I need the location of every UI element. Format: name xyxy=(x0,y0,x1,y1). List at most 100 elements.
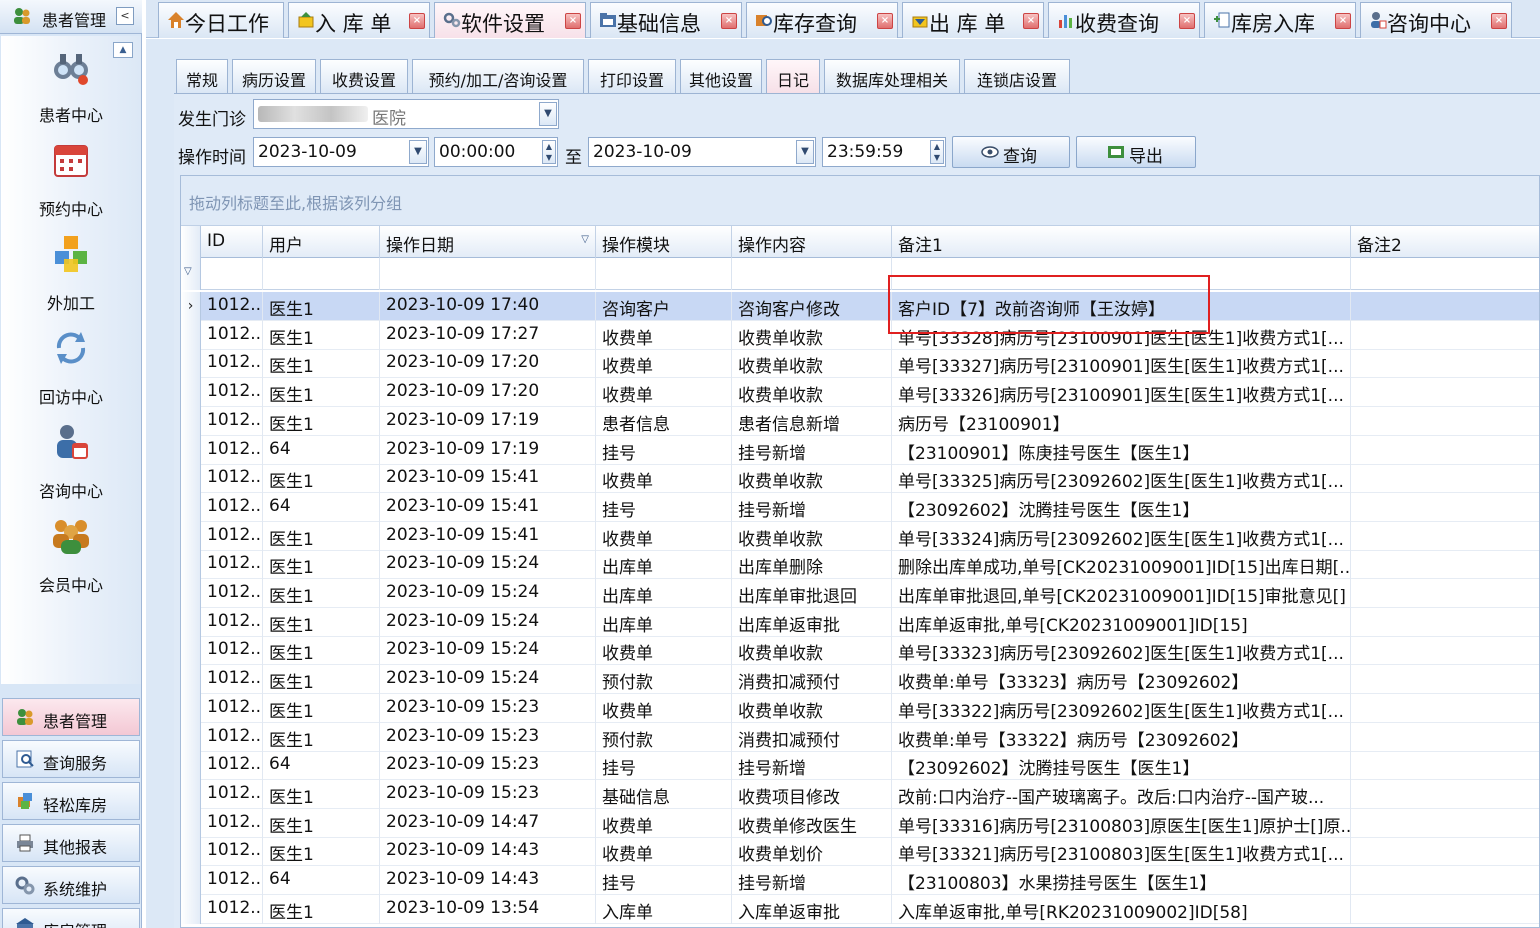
spinner-icon[interactable]: ▲ ▼ xyxy=(930,140,944,164)
filter-cell-operation-date[interactable] xyxy=(380,258,596,290)
column-header-remark1[interactable]: 备注1 xyxy=(892,226,1351,258)
start-time-input[interactable]: 00:00:00 ▲ ▼ xyxy=(434,137,558,167)
cell-user[interactable]: 医生1 xyxy=(263,894,380,924)
category-patient-management[interactable]: 患者管理 xyxy=(2,698,140,736)
cell-operation-date[interactable]: 2023-10-09 15:24 xyxy=(380,607,596,637)
table-row[interactable]: 1012... 医生1 2023-10-09 15:23 基础信息 收费项目修改 改前:口… xyxy=(181,779,1539,809)
cell-remark1[interactable]: 单号[33321]病历号[23100803]医生[医生1]收费方式1[... xyxy=(892,837,1351,867)
row-indicator[interactable] xyxy=(181,464,201,494)
cell-id[interactable]: 1012... xyxy=(201,837,263,867)
table-row[interactable]: 1012... 64 2023-10-09 17:19 挂号 挂号新增 【23100901… xyxy=(181,435,1539,465)
cell-user[interactable]: 医生1 xyxy=(263,521,380,551)
row-pointer-icon[interactable]: › xyxy=(181,292,201,321)
table-row[interactable]: 1012... 医生1 2023-10-09 17:27 收费单 收费单收款 单号[333… xyxy=(181,320,1539,350)
cell-user[interactable]: 医生1 xyxy=(263,550,380,580)
cell-module[interactable]: 挂号 xyxy=(596,435,732,465)
close-tab-icon[interactable]: × xyxy=(1023,13,1039,29)
table-row[interactable]: 1012... 医生1 2023-10-09 15:24 出库单 出库单审批退回 出库单审… xyxy=(181,579,1539,608)
cell-remark2[interactable] xyxy=(1351,751,1539,780)
nav-item-appointment-center[interactable]: 预约中心 xyxy=(1,140,141,234)
category-other-reports[interactable]: 其他报表 xyxy=(2,824,140,862)
cell-user[interactable]: 医生1 xyxy=(263,378,380,408)
cell-remark1[interactable]: 单号[33324]病历号[23092602]医生[医生1]收费方式1[... xyxy=(892,521,1351,551)
category-query-service[interactable]: 查询服务 xyxy=(2,740,140,778)
row-indicator[interactable] xyxy=(181,808,201,838)
cell-content[interactable]: 挂号新增 xyxy=(732,492,892,522)
cell-user[interactable]: 64 xyxy=(263,866,380,895)
cell-remark2[interactable] xyxy=(1351,493,1539,522)
column-header-id[interactable]: ID xyxy=(201,226,263,258)
cell-operation-date[interactable]: 2023-10-09 15:24 xyxy=(380,665,596,695)
cell-id[interactable]: 1012... xyxy=(201,406,263,436)
cell-module[interactable]: 收费单 xyxy=(596,464,732,494)
table-row[interactable]: › 1012... 医生1 2023-10-09 17:40 咨询客户 咨询客户修改 客户I… xyxy=(181,292,1539,321)
row-indicator[interactable] xyxy=(181,406,201,436)
cell-id[interactable]: 1012... xyxy=(201,492,263,522)
nav-item-consult-center[interactable]: 咨询中心 xyxy=(1,422,141,516)
cell-user[interactable]: 医生1 xyxy=(263,607,380,637)
cell-id[interactable]: 1012... xyxy=(201,435,263,465)
cell-module[interactable]: 收费单 xyxy=(596,378,732,408)
cell-content[interactable]: 出库单返审批 xyxy=(732,607,892,637)
cell-user[interactable]: 医生1 xyxy=(263,349,380,379)
cell-remark2[interactable] xyxy=(1351,321,1539,350)
cell-content[interactable]: 收费单收款 xyxy=(732,464,892,494)
cell-module[interactable]: 出库单 xyxy=(596,579,732,608)
row-indicator[interactable] xyxy=(181,349,201,379)
filter-cell-content[interactable] xyxy=(732,258,892,290)
category-easy-warehouse[interactable]: 轻松库房 xyxy=(2,782,140,820)
cell-remark2[interactable] xyxy=(1351,292,1539,321)
filter-cell-remark2[interactable] xyxy=(1351,258,1539,290)
cell-module[interactable]: 挂号 xyxy=(596,866,732,895)
cell-module[interactable]: 挂号 xyxy=(596,492,732,522)
cell-id[interactable]: 1012... xyxy=(201,779,263,809)
row-indicator[interactable] xyxy=(181,779,201,809)
cell-content[interactable]: 消费扣减预付 xyxy=(732,665,892,695)
tab-database-processing[interactable]: 数据库处理相关 xyxy=(824,59,960,93)
end-date-input[interactable]: 2023-10-09 ▼ xyxy=(588,137,816,167)
cell-content[interactable]: 收费单修改医生 xyxy=(732,808,892,838)
cell-remark2[interactable] xyxy=(1351,636,1539,665)
filter-cell-module[interactable] xyxy=(596,258,732,290)
cell-content[interactable]: 挂号新增 xyxy=(732,435,892,465)
tab-appointment-settings[interactable]: 预约/加工/咨询设置 xyxy=(412,59,584,93)
close-tab-icon[interactable]: × xyxy=(565,13,581,29)
cell-operation-date[interactable]: 2023-10-09 17:19 xyxy=(380,435,596,465)
tab-stock-in-order[interactable]: 入 库 单 × xyxy=(288,2,430,38)
column-header-module[interactable]: 操作模块 xyxy=(596,226,732,258)
category-warehouse-management[interactable]: 库房管理 xyxy=(2,908,140,928)
nav-item-outsourcing[interactable]: 外加工 xyxy=(1,234,141,328)
cell-remark1[interactable]: 改前:口内治疗--国产玻璃离子。改后:口内治疗--国产玻... xyxy=(892,779,1351,809)
table-row[interactable]: 1012... 医生1 2023-10-09 14:47 收费单 收费单修改医生 单号[3… xyxy=(181,808,1539,838)
cell-module[interactable]: 基础信息 xyxy=(596,779,732,809)
cell-module[interactable]: 预付款 xyxy=(596,665,732,695)
cell-remark1[interactable]: 删除出库单成功,单号[CK20231009001]ID[15]出库日期[... xyxy=(892,550,1351,580)
cell-remark1[interactable]: 单号[33323]病历号[23092602]医生[医生1]收费方式1[... xyxy=(892,636,1351,666)
close-tab-icon[interactable]: × xyxy=(721,13,737,29)
tab-medical-record-settings[interactable]: 病历设置 xyxy=(232,59,316,93)
filter-cell-remark1[interactable] xyxy=(892,258,1351,290)
column-header-remark2[interactable]: 备注2 xyxy=(1351,226,1539,258)
cell-operation-date[interactable]: 2023-10-09 15:23 xyxy=(380,722,596,752)
cell-id[interactable]: 1012... xyxy=(201,320,263,350)
cell-remark2[interactable] xyxy=(1351,866,1539,895)
tab-today-work[interactable]: 今日工作 xyxy=(158,2,284,38)
column-header-operation-date[interactable]: 操作日期 ▽ xyxy=(380,226,596,258)
cell-operation-date[interactable]: 2023-10-09 15:24 xyxy=(380,636,596,666)
cell-module[interactable]: 收费单 xyxy=(596,808,732,838)
cell-operation-date[interactable]: 2023-10-09 17:19 xyxy=(380,406,596,436)
tab-chain-store-settings[interactable]: 连锁店设置 xyxy=(964,59,1070,93)
table-row[interactable]: 1012... 医生1 2023-10-09 15:23 预付款 消费扣减预付 收费单:单… xyxy=(181,722,1539,752)
cell-module[interactable]: 出库单 xyxy=(596,607,732,637)
start-date-input[interactable]: 2023-10-09 ▼ xyxy=(253,137,429,167)
row-indicator[interactable] xyxy=(181,521,201,551)
cell-id[interactable]: 1012... xyxy=(201,808,263,838)
cell-operation-date[interactable]: 2023-10-09 17:20 xyxy=(380,378,596,408)
cell-content[interactable]: 出库单删除 xyxy=(732,550,892,580)
cell-remark1[interactable]: 【23100901】陈庚挂号医生【医生1】 xyxy=(892,435,1351,465)
table-row[interactable]: 1012... 医生1 2023-10-09 15:24 预付款 消费扣减预付 收费单:单… xyxy=(181,665,1539,695)
cell-module[interactable]: 收费单 xyxy=(596,837,732,867)
cell-remark2[interactable] xyxy=(1351,407,1539,436)
cell-remark1[interactable]: 单号[33325]病历号[23092602]医生[医生1]收费方式1[... xyxy=(892,464,1351,494)
chevron-down-icon[interactable]: ▼ xyxy=(539,102,557,126)
